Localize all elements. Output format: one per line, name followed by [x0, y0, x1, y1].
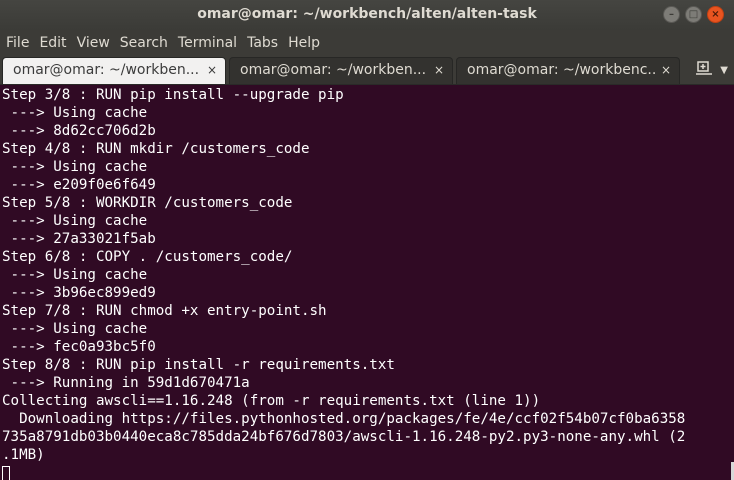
terminal-line: Downloading https://files.pythonhosted.o… [2, 411, 686, 427]
tab-2[interactable]: omar@omar: ~/workben... × [229, 57, 453, 84]
tab-label: omar@omar: ~/workbenc... [467, 62, 657, 78]
tab-close-icon[interactable]: × [661, 63, 671, 77]
new-tab-icon[interactable] [696, 61, 713, 80]
terminal-cursor-line [2, 464, 730, 480]
tab-close-icon[interactable]: × [207, 63, 217, 77]
menu-edit[interactable]: Edit [39, 35, 66, 51]
terminal-line: ---> Using cache [2, 213, 148, 229]
tab-3[interactable]: omar@omar: ~/workbenc... × [456, 57, 680, 84]
tab-label: omar@omar: ~/workben... [240, 62, 427, 78]
terminal-line: Collecting awscli==1.16.248 (from -r req… [2, 393, 541, 409]
terminal-line: Step 4/8 : RUN mkdir /customers_code [2, 141, 310, 157]
window-title: omar@omar: ~/workbench/alten/alten-task [197, 6, 537, 22]
terminal-line: ---> Running in 59d1d670471a [2, 375, 250, 391]
menu-help[interactable]: Help [288, 35, 320, 51]
minimize-icon[interactable]: – [663, 6, 680, 23]
text-cursor [2, 466, 10, 480]
close-icon[interactable]: × [707, 6, 724, 23]
terminal-line: ---> 3b96ec899ed9 [2, 285, 156, 301]
scrollbar[interactable] [730, 86, 734, 480]
terminal-line: Step 5/8 : WORKDIR /customers_code [2, 195, 293, 211]
tabs-menu-chevron-down-icon[interactable]: ▼ [720, 65, 728, 76]
terminal-line: ---> Using cache [2, 267, 148, 283]
terminal-line: ---> e209f0e6f649 [2, 177, 156, 193]
terminal-line: ---> Using cache [2, 321, 148, 337]
terminal-output[interactable]: Step 3/8 : RUN pip install --upgrade pip… [0, 86, 730, 480]
tab-label: omar@omar: ~/workben... [13, 62, 200, 78]
tab-bar: omar@omar: ~/workben... × omar@omar: ~/w… [0, 55, 734, 85]
terminal-line: Step 3/8 : RUN pip install --upgrade pip [2, 87, 344, 103]
window-controls: – □ × [663, 6, 724, 23]
menu-view[interactable]: View [77, 35, 110, 51]
terminal-line: Step 8/8 : RUN pip install -r requiremen… [2, 357, 395, 373]
tab-close-icon[interactable]: × [434, 63, 444, 77]
terminal-line: ---> Using cache [2, 105, 148, 121]
menu-file[interactable]: File [6, 35, 29, 51]
menu-bar: File Edit View Search Terminal Tabs Help [0, 30, 734, 55]
terminal-window: omar@omar: ~/workbench/alten/alten-task … [0, 0, 734, 480]
new-tab-svg [696, 61, 713, 75]
menu-tabs[interactable]: Tabs [247, 35, 278, 51]
terminal-line: Step 6/8 : COPY . /customers_code/ [2, 249, 293, 265]
tab-1[interactable]: omar@omar: ~/workben... × [2, 57, 226, 84]
maximize-icon[interactable]: □ [685, 6, 702, 23]
terminal-line: .1MB) [2, 447, 45, 463]
terminal-line: 735a8791db03b0440eca8c785dda24bf676d7803… [2, 429, 686, 445]
terminal-line: ---> 8d62cc706d2b [2, 123, 156, 139]
tab-tools: ▼ [696, 61, 728, 80]
terminal-line: ---> fec0a93bc5f0 [2, 339, 156, 355]
terminal-line: ---> 27a33021f5ab [2, 231, 156, 247]
menu-terminal[interactable]: Terminal [178, 35, 237, 51]
menu-search[interactable]: Search [120, 35, 168, 51]
terminal-line: ---> Using cache [2, 159, 148, 175]
terminal-line: Step 7/8 : RUN chmod +x entry-point.sh [2, 303, 327, 319]
title-bar[interactable]: omar@omar: ~/workbench/alten/alten-task … [0, 0, 734, 30]
